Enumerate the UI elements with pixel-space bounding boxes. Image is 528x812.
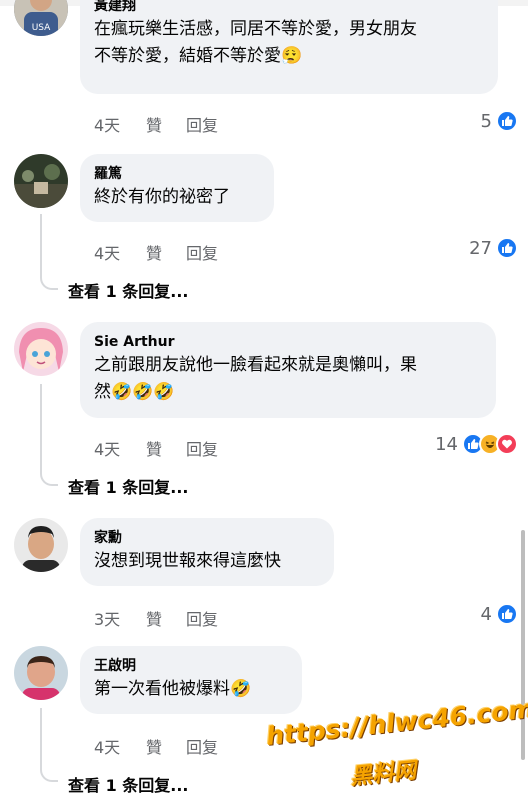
comment-text-line: 不等於愛，結婚不等於愛😮‍💨 [94,46,303,66]
reaction-summary[interactable]: 14 [435,433,518,455]
thread-line [40,214,58,290]
love-icon [496,433,518,455]
view-replies-link[interactable]: 查看 1 条回复... [68,772,189,796]
like-button[interactable]: 贊 [146,240,186,264]
comment-text-line: 沒想到現世報來得這麼快 [94,551,281,571]
avatar[interactable] [14,646,68,700]
view-replies-link[interactable]: 查看 1 条回复... [68,474,189,498]
reply-button[interactable]: 回复 [186,734,218,758]
reaction-summary[interactable]: 27 [469,237,518,259]
comment-bubble: 家勳 沒想到現世報來得這麼快 [80,518,334,586]
comment-actions: 4天 贊 回复 [94,112,218,136]
comment-text: 第一次看他被爆料🤣 [94,676,288,703]
comment-text: 在瘋玩樂生活感，同居不等於愛，男女朋友 不等於愛，結婚不等於愛😮‍💨 [94,16,484,70]
reaction-count: 14 [435,433,458,455]
watermark-url: https://hlwc46.com [264,694,528,752]
comment-text-line: 之前跟朋友說他一臉看起來就是奧懶叫，果 [94,355,417,375]
like-button[interactable]: 贊 [146,112,186,136]
comment-text-line: 然🤣🤣🤣 [94,382,175,402]
reaction-summary[interactable]: 5 [481,110,518,132]
comment-time: 3天 [94,610,121,629]
comment-author[interactable]: Sie Arthur [94,332,482,352]
reaction-count: 5 [480,110,492,132]
like-icon [496,603,518,625]
comment-text-line: 在瘋玩樂生活感，同居不等於愛，男女朋友 [94,19,417,39]
avatar[interactable] [14,518,68,572]
comments-page: USA 黃建翔 在瘋玩樂生活感，同居不等於愛，男女朋友 不等於愛，結婚不等於愛😮… [0,0,528,812]
reaction-count: 27 [469,237,492,259]
comment-author[interactable]: 家勳 [94,528,320,548]
like-icon [496,110,518,132]
reaction-summary[interactable]: 4 [481,603,518,625]
reply-button[interactable]: 回复 [186,240,218,264]
avatar[interactable] [14,322,68,376]
like-button[interactable]: 贊 [146,734,186,758]
reply-button[interactable]: 回复 [186,606,218,630]
comment-text-line: 終於有你的祕密了 [94,187,230,207]
thread-line [40,708,58,782]
comment-author[interactable]: 羅篤 [94,164,260,184]
reply-button[interactable]: 回复 [186,436,218,460]
comment-bubble: 羅篤 終於有你的祕密了 [80,154,274,222]
reply-button[interactable]: 回复 [186,112,218,136]
comment-text: 終於有你的祕密了 [94,184,260,211]
comment-actions: 4天 贊 回复 [94,240,218,264]
like-button[interactable]: 贊 [146,606,186,630]
comment-time: 4天 [94,116,121,135]
avatar[interactable]: USA [14,0,68,36]
reaction-count: 4 [480,603,492,625]
svg-text:USA: USA [32,23,51,33]
comment-time: 4天 [94,244,121,263]
watermark: https://hlwc46.com 黑料网 [265,694,528,790]
comment-author[interactable]: 黃建翔 [94,0,484,16]
thread-line [40,384,58,486]
comment-text-line: 第一次看他被爆料🤣 [94,679,252,699]
comment-bubble: Sie Arthur 之前跟朋友說他一臉看起來就是奧懶叫，果 然🤣🤣🤣 [80,322,496,418]
comment-time: 4天 [94,440,121,459]
comment-actions: 3天 贊 回复 [94,606,218,630]
comment-author[interactable]: 王啟明 [94,656,288,676]
watermark-name: 黑料网 [349,758,418,791]
comment-actions: 4天 贊 回复 [94,436,218,460]
comment-bubble: 王啟明 第一次看他被爆料🤣 [80,646,302,714]
comment-time: 4天 [94,738,121,757]
comment-text: 之前跟朋友說他一臉看起來就是奧懶叫，果 然🤣🤣🤣 [94,352,482,406]
view-replies-link[interactable]: 查看 1 条回复... [68,278,189,302]
avatar[interactable] [14,154,68,208]
comment-bubble: 黃建翔 在瘋玩樂生活感，同居不等於愛，男女朋友 不等於愛，結婚不等於愛😮‍💨 [80,0,498,94]
comment-text: 沒想到現世報來得這麼快 [94,548,320,575]
comment-actions: 4天 贊 回复 [94,734,218,758]
like-icon [496,237,518,259]
like-button[interactable]: 贊 [146,436,186,460]
